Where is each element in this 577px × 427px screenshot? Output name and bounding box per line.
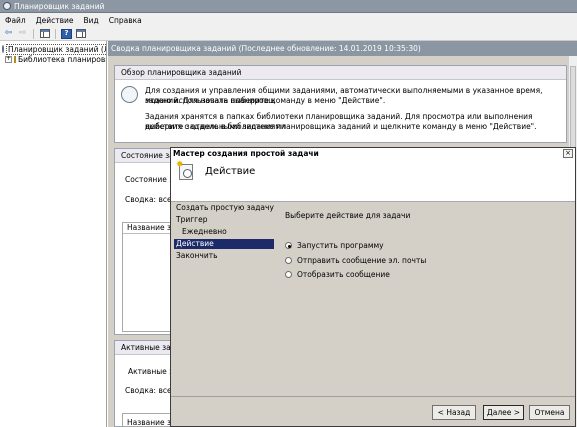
option-send-email[interactable]: Отправить сообщение эл. почты [285,256,426,265]
back-arrow-icon[interactable]: ⇦ [3,29,14,39]
active-label: Активные зада [128,367,172,376]
action-prompt: Выберите действие для задачи [285,211,411,220]
overview-section-title: Обзор планировщика заданий [121,68,242,77]
wizard-button-separator [171,396,575,397]
active-summary: Сводка: всего [125,386,172,395]
radio-start-program[interactable] [285,242,292,249]
help-icon[interactable]: ? [61,28,72,39]
overview-text-2b: выберите задание в библиотеке планировщи… [145,122,537,131]
active-task-table: Название зада [122,413,172,427]
menu-view[interactable]: Вид [83,16,98,25]
wizard-step-finish[interactable]: Закончить [174,251,274,261]
option-display-message-label[interactable]: Отобразить сообщение [297,270,390,279]
close-icon[interactable]: × [563,149,573,158]
menu-file[interactable]: Файл [5,16,26,25]
wizard-step-heading: Действие [205,166,256,177]
tree-item-root-label: Планировщик заданий (Локал [6,43,106,55]
active-tasks-title: Активные задач [121,343,173,352]
wizard-title: Мастер создания простой задачи [173,148,319,158]
forward-arrow-icon[interactable]: ⇨ [17,29,28,39]
scheduler-clock-icon [2,45,4,53]
status-column-header[interactable]: Название зада [123,223,171,234]
wizard-banner [171,158,575,202]
tree-item-library-label: Библиотека планировщ [18,54,107,64]
toolbar-separator [33,28,34,39]
status-summary: Сводка: всего [125,195,172,204]
expand-icon[interactable]: + [5,55,12,63]
menu-bar: Файл Действие Вид Справка [0,13,577,27]
next-button[interactable]: Далее > [483,405,524,420]
toolbar-separator [55,28,56,39]
cancel-button[interactable]: Отмена [529,405,570,420]
overview-section-header[interactable]: Обзор планировщика заданий [115,66,566,80]
new-task-sparkle-icon: ✸ [176,160,184,170]
radio-send-email[interactable] [285,257,292,264]
back-button[interactable]: < Назад [432,405,476,420]
active-column-header[interactable]: Название зада [123,418,171,427]
status-label: Состояние зада [125,175,172,184]
pane-header-title: Сводка планировщика заданий (Последнее о… [111,44,421,53]
navigation-tree: Планировщик заданий (Локал + Библиотека … [0,41,107,427]
toolbar: ⇦ ⇨ ? [0,27,577,41]
tree-item-library[interactable]: + Библиотека планировщ [0,54,106,64]
overview-text-1b: заданий. Для начала выберите команду в м… [145,96,386,105]
menu-action[interactable]: Действие [36,16,74,25]
app-clock-icon [3,2,11,10]
window-title-bar: Планировщик заданий [0,0,577,13]
wizard-step-daily[interactable]: Ежедневно [174,227,274,237]
pane-header: Сводка планировщика заданий (Последнее о… [108,41,577,56]
wizard-step-trigger[interactable]: Триггер [174,215,274,225]
option-display-message[interactable]: Отобразить сообщение [285,270,390,279]
scheduler-clock-icon [121,86,138,103]
show-hide-tree-icon[interactable] [39,29,50,39]
tree-item-root[interactable]: Планировщик заданий (Локал [0,43,106,55]
wizard-step-action[interactable]: Действие [174,239,274,249]
wizard-title-bar: Мастер создания простой задачи [171,148,575,158]
properties-pane-icon[interactable] [75,29,86,39]
option-start-program-label[interactable]: Запустить программу [297,241,384,250]
option-send-email-label[interactable]: Отправить сообщение эл. почты [297,256,426,265]
task-status-title: Состояние зада [121,151,173,160]
status-task-table: Название зада [122,222,172,332]
active-tasks-header[interactable]: Активные задач [115,341,173,355]
option-start-program[interactable]: Запустить программу [285,241,384,250]
folder-icon [14,55,16,63]
task-status-header[interactable]: Состояние зада [115,149,173,163]
menu-help[interactable]: Справка [109,16,142,25]
window-title: Планировщик заданий [14,1,105,11]
wizard-step-create[interactable]: Создать простую задачу [174,203,274,213]
radio-display-message[interactable] [285,271,292,278]
